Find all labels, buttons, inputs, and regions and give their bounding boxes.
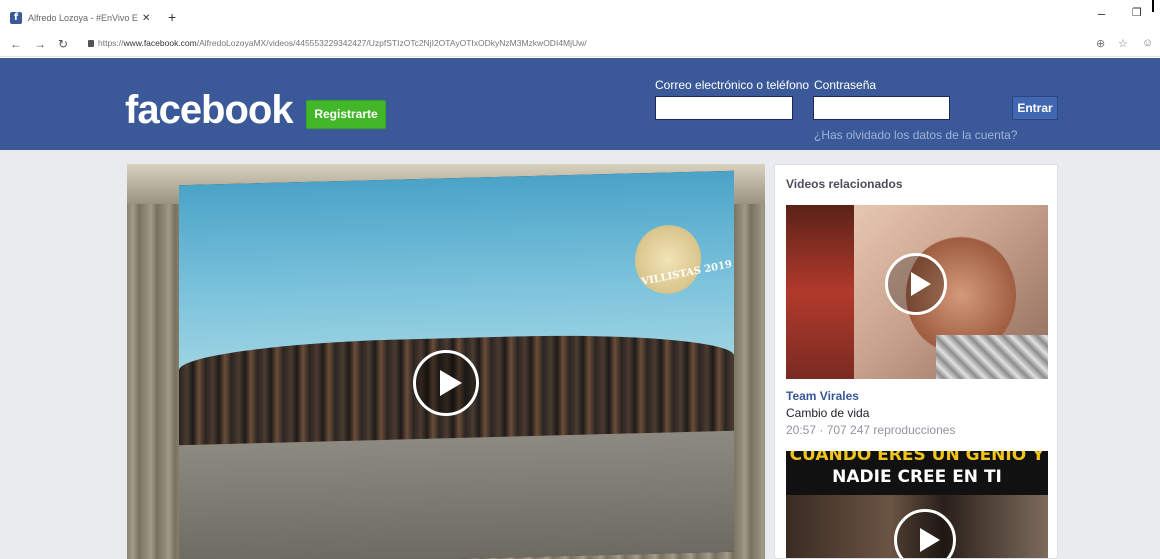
window-edge-marker bbox=[1152, 0, 1154, 12]
facebook-favicon-icon: f bbox=[10, 12, 22, 24]
play-icon[interactable] bbox=[885, 253, 947, 315]
thumbnail-caption-bottom: NADIE CREE EN TI bbox=[832, 467, 1002, 487]
forgot-account-link[interactable]: ¿Has olvidado los datos de la cuenta? bbox=[814, 128, 1017, 142]
password-field[interactable] bbox=[813, 96, 950, 120]
reload-icon[interactable]: ↻ bbox=[58, 37, 68, 51]
tab-bar: f Alfredo Lozoya - #EnVivo Estoy ... ✕ +… bbox=[0, 0, 1160, 32]
url-field[interactable]: https://www.facebook.com/AlfredoLozoyaMX… bbox=[98, 38, 698, 48]
browser-window: f Alfredo Lozoya - #EnVivo Estoy ... ✕ +… bbox=[0, 0, 1160, 559]
minimize-icon[interactable]: – bbox=[1098, 6, 1105, 21]
email-label: Correo electrónico o teléfono bbox=[655, 78, 810, 92]
zoom-icon[interactable]: ⊕ bbox=[1096, 37, 1105, 50]
thumbnail-sparkle-dress bbox=[936, 335, 1048, 379]
thumbnail-caption-top: CUANDO ERES UN GENIO Y bbox=[789, 451, 1045, 465]
address-bar: ← → ↻ https://www.facebook.com/AlfredoLo… bbox=[0, 32, 1160, 57]
register-button[interactable]: Registrarte bbox=[306, 100, 386, 129]
related-videos-title: Videos relacionados bbox=[786, 177, 903, 191]
bookmark-star-icon[interactable]: ☆ bbox=[1118, 37, 1128, 50]
new-tab-button[interactable]: + bbox=[168, 9, 176, 25]
forward-arrow-icon[interactable]: → bbox=[34, 37, 46, 51]
facebook-logo[interactable]: facebook bbox=[125, 88, 294, 133]
video-title-link[interactable]: Cambio de vida bbox=[786, 406, 869, 420]
back-arrow-icon[interactable]: ← bbox=[10, 37, 22, 51]
url-host: www.facebook.com bbox=[123, 38, 197, 48]
related-videos-panel: Videos relacionados Team Virales Cambio … bbox=[774, 164, 1058, 559]
thumbnail-left-scene bbox=[786, 205, 854, 379]
video-author-link[interactable]: Team Virales bbox=[786, 389, 859, 403]
play-icon[interactable] bbox=[413, 350, 479, 416]
url-path: /AlfredoLozoyaMX/videos/445553229342427/… bbox=[196, 38, 587, 48]
main-content: VILLISTAS 2019 Videos relacionados Team … bbox=[0, 150, 1160, 559]
email-field[interactable] bbox=[655, 96, 793, 120]
password-label: Contraseña bbox=[814, 78, 877, 92]
video-meta: 20:57 · 707 247 reproducciones bbox=[786, 423, 956, 437]
related-video-thumbnail[interactable] bbox=[786, 205, 1048, 379]
tab-title: Alfredo Lozoya - #EnVivo Estoy ... bbox=[28, 13, 138, 23]
close-tab-icon[interactable]: ✕ bbox=[142, 13, 150, 24]
profile-icon[interactable]: ☺ bbox=[1142, 37, 1153, 49]
restore-icon[interactable]: ❐ bbox=[1132, 6, 1142, 19]
related-video-thumbnail[interactable]: CUANDO ERES UN GENIO Y NADIE CREE EN TI bbox=[786, 451, 1048, 558]
lock-icon bbox=[88, 40, 94, 47]
video-player[interactable]: VILLISTAS 2019 bbox=[127, 164, 765, 559]
login-button[interactable]: Entrar bbox=[1012, 96, 1058, 120]
url-prefix: https:// bbox=[98, 38, 124, 48]
facebook-header: facebook Registrarte Correo electrónico … bbox=[0, 58, 1160, 150]
browser-tab[interactable]: f Alfredo Lozoya - #EnVivo Estoy ... ✕ bbox=[10, 8, 160, 28]
